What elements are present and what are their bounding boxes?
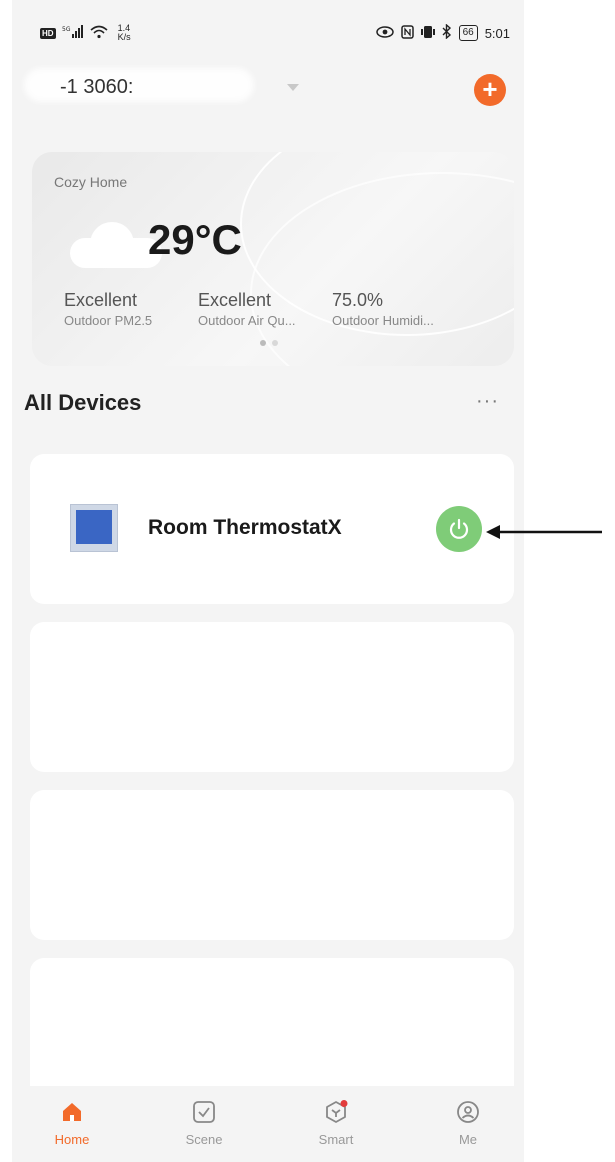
power-button[interactable] <box>436 506 482 552</box>
chevron-down-icon[interactable] <box>287 84 299 91</box>
phone-screen: HD 5G 1.4 K/s 66 5:01 -1 3060: + Cozy Ho… <box>12 0 524 1162</box>
stat-humidity: 75.0% Outdoor Humidi... <box>332 290 466 328</box>
status-bar: HD 5G 1.4 K/s 66 5:01 <box>12 0 524 60</box>
home-selector[interactable]: -1 3060: <box>60 76 133 99</box>
tab-smart[interactable]: Smart <box>296 1100 376 1147</box>
me-icon <box>457 1101 479 1123</box>
tab-label: Me <box>458 1132 478 1147</box>
scene-icon <box>193 1101 215 1123</box>
tab-me[interactable]: Me <box>428 1100 508 1147</box>
tab-scene[interactable]: Scene <box>164 1100 244 1147</box>
tab-home[interactable]: Home <box>32 1100 112 1147</box>
smart-icon <box>326 1100 348 1123</box>
signal-icon: 5G <box>62 24 84 42</box>
stat-label: Outdoor Humidi... <box>332 313 434 328</box>
device-card-room-thermostat[interactable]: Room ThermostatX <box>30 454 514 604</box>
stat-label: Outdoor PM2.5 <box>64 313 153 328</box>
tab-label: Smart <box>318 1132 354 1147</box>
thermostat-thumbnail <box>70 504 118 552</box>
stat-value: Excellent <box>64 290 138 310</box>
add-device-button[interactable]: + <box>474 74 506 106</box>
battery-indicator: 66 <box>458 25 478 41</box>
page-dot <box>272 340 278 346</box>
device-card-empty <box>30 790 514 940</box>
wifi-icon <box>90 25 108 42</box>
hd-badge: HD <box>40 27 56 39</box>
all-devices-title: All Devices <box>24 390 142 415</box>
plus-icon: + <box>482 74 498 104</box>
weather-stats: Excellent Outdoor PM2.5 Excellent Outdoo… <box>64 290 466 328</box>
redacted-overlay <box>24 68 254 102</box>
page-indicator <box>260 340 278 346</box>
page-dot-active <box>260 340 266 346</box>
stat-label: Outdoor Air Qu... <box>198 313 296 328</box>
tab-label: Home <box>54 1132 90 1147</box>
power-icon <box>449 518 469 539</box>
stat-pm25: Excellent Outdoor PM2.5 <box>64 290 198 328</box>
device-card-empty <box>30 622 514 772</box>
more-options-button[interactable]: ··· <box>476 390 499 413</box>
eye-icon <box>375 25 394 41</box>
vibrate-icon <box>420 25 435 42</box>
home-label: Cozy Home <box>54 174 128 190</box>
svg-text:5G: 5G <box>62 26 71 33</box>
status-time: 5:01 <box>484 25 510 41</box>
stat-air-quality: Excellent Outdoor Air Qu... <box>198 290 332 328</box>
status-right: 66 5:01 <box>375 23 510 42</box>
bluetooth-icon <box>442 23 452 42</box>
bottom-tab-bar: Home Scene Smart Me <box>12 1086 524 1162</box>
device-card-empty <box>30 958 514 1086</box>
stat-value: 75.0% <box>332 290 384 310</box>
weather-card[interactable]: Cozy Home 29°C Excellent Outdoor PM2.5 E… <box>32 152 514 366</box>
network-speed: 1.4 K/s <box>118 24 131 42</box>
stat-value: Excellent <box>198 290 272 310</box>
annotation-arrow <box>486 525 602 539</box>
nfc-icon <box>400 24 414 42</box>
speed-unit: K/s <box>117 32 131 42</box>
tab-label: Scene <box>185 1132 223 1147</box>
status-left: HD 5G 1.4 K/s <box>40 24 131 42</box>
device-name: Room ThermostatX <box>148 516 342 539</box>
temperature: 29°C <box>148 216 242 263</box>
home-header: -1 3060: + <box>12 68 524 110</box>
home-icon <box>63 1103 81 1121</box>
